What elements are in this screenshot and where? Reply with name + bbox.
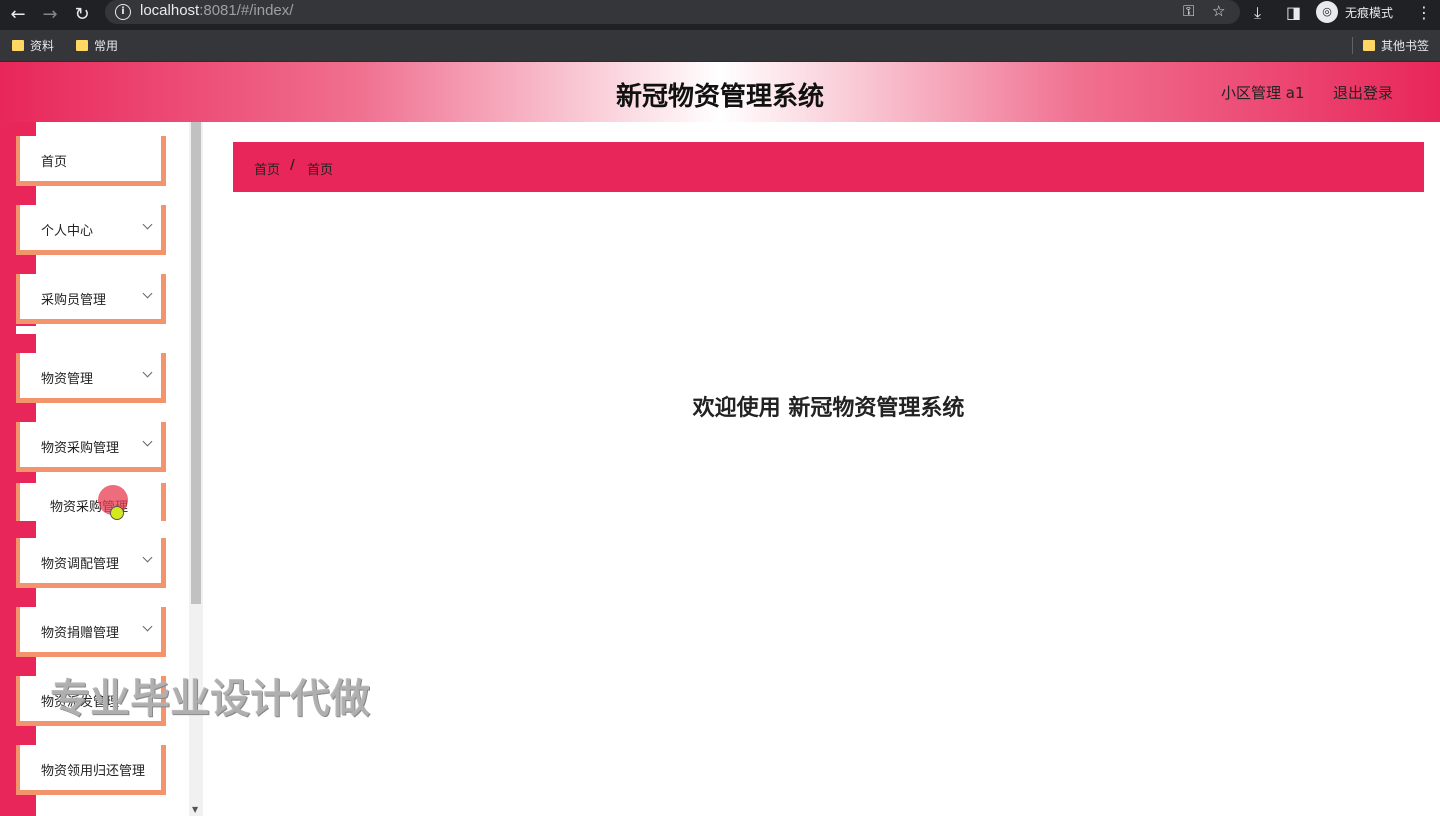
- scrollbar-thumb[interactable]: [191, 122, 201, 604]
- chevron-down-icon: [142, 552, 153, 563]
- url-path: :8081/#/index/: [199, 2, 294, 19]
- url-host: localhost: [140, 2, 200, 19]
- breadcrumb-separator: /: [290, 158, 295, 173]
- sidebar-item-label: 采购员管理: [41, 293, 107, 308]
- star-icon[interactable]: ☆: [1212, 2, 1225, 20]
- folder-icon: [76, 40, 88, 51]
- sidebar-item-allocation-management[interactable]: 物资调配管理: [16, 538, 166, 588]
- chevron-up-icon: [142, 436, 153, 447]
- sidebar-item-label: 个人中心: [41, 224, 94, 239]
- scroll-down-arrow-icon[interactable]: ▼: [192, 805, 198, 814]
- breadcrumb-item-current: 首页: [307, 163, 334, 178]
- bookmark-folder-ziliao[interactable]: 资料: [12, 37, 54, 54]
- bookmark-label: 资料: [30, 39, 55, 53]
- download-icon[interactable]: ⤓: [1254, 3, 1261, 23]
- address-bar[interactable]: i localhost:8081/#/index/ ⚿ ☆: [105, 0, 1240, 24]
- chevron-down-icon: [142, 621, 153, 632]
- sidebar-item-donation-management[interactable]: 物资捐赠管理: [16, 607, 166, 657]
- current-user: 小区管理 a1: [1221, 84, 1305, 102]
- bookmarks-bar: 资料 常用 其他书签: [0, 30, 1440, 62]
- key-icon[interactable]: ⚿: [1183, 2, 1194, 20]
- sidebar-item-home[interactable]: 首页: [16, 136, 166, 186]
- side-panel-icon[interactable]: ◨: [1286, 3, 1301, 22]
- bookmark-label: 其他书签: [1381, 39, 1430, 53]
- forward-arrow-icon[interactable]: →: [38, 3, 62, 27]
- sidebar-item-label: 物资采购管理: [41, 441, 120, 456]
- cursor-icon: [110, 506, 124, 520]
- sidebar-item-personal-center[interactable]: 个人中心: [16, 205, 166, 255]
- site-info-icon[interactable]: i: [115, 4, 131, 20]
- sidebar-item-borrow-return-management[interactable]: 物资领用归还管理: [16, 745, 166, 795]
- sidebar-gap: [16, 326, 36, 334]
- breadcrumb: 首页 / 首页: [233, 142, 1424, 192]
- url-text[interactable]: localhost:8081/#/index/: [140, 2, 293, 19]
- breadcrumb-item-home[interactable]: 首页: [254, 159, 280, 178]
- sidebar-item-label: 首页: [41, 155, 68, 170]
- sidebar-subitem-procurement-management[interactable]: 物资采购管理: [16, 483, 166, 521]
- browser-menu-icon[interactable]: ⋮: [1416, 3, 1432, 22]
- incognito-label: 无痕模式: [1345, 6, 1394, 20]
- logout-link[interactable]: 退出登录: [1333, 82, 1393, 103]
- bookmark-folder-changyong[interactable]: 常用: [76, 37, 118, 54]
- sidebar-item-procurement-management[interactable]: 物资采购管理: [16, 422, 166, 472]
- sidebar-item-buyer-management[interactable]: 采购员管理: [16, 274, 166, 324]
- folder-icon: [1363, 40, 1375, 51]
- reload-icon[interactable]: ↻: [70, 3, 94, 27]
- sidebar-item-label: 物资捐赠管理: [41, 626, 120, 641]
- bookmark-label: 常用: [94, 39, 119, 53]
- folder-icon: [12, 40, 24, 51]
- sidebar-item-label: 物资领用归还管理: [41, 764, 146, 779]
- chevron-down-icon: [142, 288, 153, 299]
- app-header: 新冠物资管理系统 小区管理 a1 退出登录: [0, 62, 1440, 122]
- sidebar-item-material-management[interactable]: 物资管理: [16, 353, 166, 403]
- welcome-message: 欢迎使用 新冠物资管理系统: [692, 396, 965, 421]
- incognito-icon[interactable]: ◎: [1316, 1, 1338, 23]
- sidebar-item-label: 物资调配管理: [41, 557, 120, 572]
- chevron-down-icon: [142, 367, 153, 378]
- back-arrow-icon[interactable]: ←: [6, 3, 30, 27]
- other-bookmarks[interactable]: 其他书签: [1352, 37, 1429, 54]
- browser-toolbar: ← → ↻ i localhost:8081/#/index/ ⚿ ☆ ⤓ ◨ …: [0, 0, 1440, 30]
- watermark-text: 专业毕业设计代做: [50, 676, 370, 722]
- sidebar-item-label: 物资管理: [41, 372, 94, 387]
- chevron-down-icon: [142, 219, 153, 230]
